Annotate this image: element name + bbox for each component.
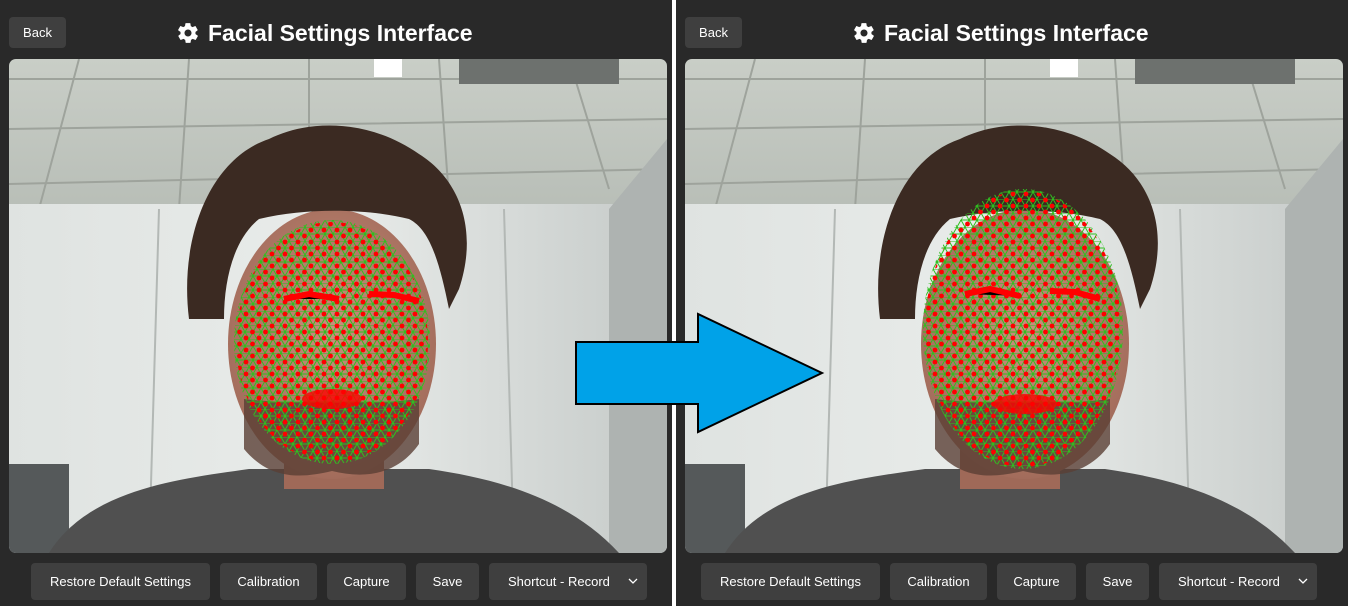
shortcut-select-value: Shortcut - Record [1178, 574, 1280, 589]
gear-icon [854, 23, 874, 43]
face-mesh [923, 189, 1123, 469]
restore-defaults-button[interactable]: Restore Default Settings [701, 563, 880, 600]
chevron-down-icon [628, 578, 638, 584]
restore-defaults-button[interactable]: Restore Default Settings [31, 563, 210, 600]
page-title: Facial Settings Interface [176, 17, 473, 49]
camera-feed [685, 59, 1343, 553]
left-panel: Back Facial Settings Interface Restore D… [0, 0, 672, 606]
shortcut-select-value: Shortcut - Record [508, 574, 610, 589]
calibration-button[interactable]: Calibration [220, 563, 317, 600]
page-title-text: Facial Settings Interface [884, 19, 1149, 46]
back-button[interactable]: Back [685, 17, 742, 48]
gear-icon [178, 23, 198, 43]
save-button[interactable]: Save [1086, 563, 1149, 600]
back-button[interactable]: Back [9, 17, 66, 48]
shortcut-select[interactable]: Shortcut - Record [1159, 563, 1317, 600]
right-arrow-icon [575, 312, 825, 434]
camera-feed [9, 59, 667, 553]
calibration-button[interactable]: Calibration [890, 563, 987, 600]
capture-button[interactable]: Capture [327, 563, 406, 600]
face-mesh [234, 220, 430, 464]
toolbar: Restore Default Settings Calibration Cap… [0, 563, 672, 600]
page-title: Facial Settings Interface [852, 17, 1149, 49]
chevron-down-icon [1298, 578, 1308, 584]
save-button[interactable]: Save [416, 563, 479, 600]
right-panel: Back Facial Settings Interface Restore D… [676, 0, 1348, 606]
toolbar: Restore Default Settings Calibration Cap… [676, 563, 1348, 600]
shortcut-select[interactable]: Shortcut - Record [489, 563, 647, 600]
capture-button[interactable]: Capture [997, 563, 1076, 600]
page-title-text: Facial Settings Interface [208, 19, 473, 46]
